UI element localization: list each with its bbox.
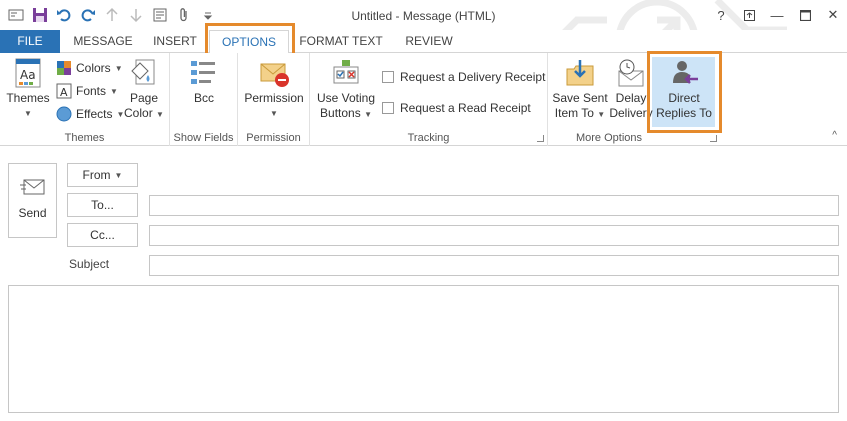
read-receipt-checkbox-box[interactable] bbox=[382, 102, 394, 114]
delay-label-2: Delivery bbox=[609, 106, 653, 120]
direct-replies-icon bbox=[673, 61, 698, 84]
fonts-icon: A bbox=[56, 83, 72, 99]
chevron-down-icon: ▼ bbox=[114, 170, 123, 180]
ribbon-tabs: FILE MESSAGE INSERT OPTIONS FORMAT TEXT … bbox=[0, 30, 847, 54]
themes-group-label: Themes bbox=[64, 132, 105, 144]
permission-label: Permission bbox=[244, 91, 304, 105]
delivery-receipt-checkbox[interactable]: Request a Delivery Receipt bbox=[382, 70, 545, 84]
direct-replies-to-button[interactable]: Direct Replies To bbox=[654, 57, 714, 121]
fonts-label: Fonts bbox=[76, 84, 107, 98]
minimize-button[interactable]: — bbox=[763, 0, 791, 30]
title-bar: Untitled - Message (HTML) ? — ✕ bbox=[0, 0, 847, 30]
page-color-button[interactable]: Page Color ▼ bbox=[122, 57, 166, 122]
from-label: From bbox=[82, 168, 111, 182]
save-sent-icon bbox=[566, 60, 594, 86]
send-icon bbox=[19, 179, 44, 195]
voting-label-1: Use Voting bbox=[316, 91, 376, 105]
message-body[interactable] bbox=[8, 285, 839, 413]
themes-group: Aa Themes ▼ Colors ▼ A Fonts ▼ Effects ▼ bbox=[0, 53, 170, 146]
themes-button[interactable]: Aa Themes ▼ bbox=[5, 57, 51, 121]
tracking-group: Use Voting Buttons ▼ Request a Delivery … bbox=[310, 53, 548, 146]
themes-label: Themes bbox=[6, 91, 50, 105]
collapse-ribbon-button[interactable]: ^ bbox=[832, 130, 837, 141]
direct-replies-label-2: Replies To bbox=[656, 106, 712, 120]
page-color-label-2: Color bbox=[124, 106, 153, 120]
permission-group: Permission ▼ Permission bbox=[238, 53, 310, 146]
page-color-icon bbox=[131, 59, 155, 85]
compose-area: Send From ▼ To... Cc... Subject bbox=[0, 146, 847, 421]
send-label: Send bbox=[18, 206, 47, 220]
tab-insert[interactable]: INSERT bbox=[146, 30, 204, 53]
permission-icon bbox=[260, 63, 289, 87]
effects-label: Effects bbox=[76, 107, 113, 121]
from-button[interactable]: From ▼ bbox=[67, 163, 138, 187]
chevron-down-icon: ▼ bbox=[597, 110, 606, 119]
page-color-label-1: Page bbox=[129, 91, 159, 105]
bcc-button[interactable]: Bcc bbox=[184, 57, 224, 106]
bcc-label: Bcc bbox=[193, 91, 214, 105]
bcc-icon bbox=[191, 61, 215, 84]
colors-icon bbox=[57, 61, 71, 75]
delivery-receipt-checkbox-box[interactable] bbox=[382, 71, 394, 83]
voting-icon bbox=[333, 60, 359, 84]
more-options-group-label: More Options bbox=[575, 132, 643, 144]
permission-group-label: Permission bbox=[246, 132, 301, 144]
use-voting-buttons-button[interactable]: Use Voting Buttons ▼ bbox=[314, 57, 378, 122]
close-button[interactable]: ✕ bbox=[819, 0, 847, 30]
voting-label-2: Buttons bbox=[320, 106, 361, 120]
tracking-dialog-launcher-icon[interactable] bbox=[537, 135, 544, 142]
chevron-down-icon: ▼ bbox=[24, 109, 32, 118]
show-fields-group: Bcc Show Fields bbox=[170, 53, 238, 146]
effects-button[interactable]: Effects ▼ bbox=[56, 104, 124, 124]
svg-text:A: A bbox=[60, 86, 68, 99]
read-receipt-label: Request a Read Receipt bbox=[400, 101, 531, 115]
maximize-icon[interactable] bbox=[791, 0, 819, 30]
save-sent-label-2: Item To bbox=[554, 106, 594, 120]
ribbon-display-options-icon[interactable] bbox=[735, 0, 763, 30]
help-button[interactable]: ? bbox=[707, 0, 735, 30]
cc-label: Cc... bbox=[90, 228, 115, 242]
read-receipt-checkbox[interactable]: Request a Read Receipt bbox=[382, 101, 531, 115]
more-options-dialog-launcher-icon[interactable] bbox=[710, 135, 717, 142]
subject-label: Subject bbox=[69, 257, 110, 271]
themes-icon: Aa bbox=[15, 58, 41, 88]
delay-label-1: Delay bbox=[615, 91, 647, 105]
tab-options[interactable]: OPTIONS bbox=[209, 30, 289, 54]
direct-replies-label-1: Direct bbox=[668, 91, 700, 105]
chevron-down-icon: ▼ bbox=[156, 110, 164, 119]
colors-button[interactable]: Colors ▼ bbox=[56, 58, 123, 78]
tab-review[interactable]: REVIEW bbox=[396, 30, 462, 53]
colors-label: Colors bbox=[76, 61, 111, 75]
save-sent-label-1: Save Sent bbox=[552, 91, 608, 105]
to-field[interactable] bbox=[149, 195, 839, 216]
tab-file[interactable]: FILE bbox=[0, 30, 60, 53]
tab-format-text[interactable]: FORMAT TEXT bbox=[294, 30, 388, 53]
effects-icon bbox=[56, 106, 72, 122]
send-button[interactable]: Send bbox=[8, 163, 57, 238]
delivery-receipt-label: Request a Delivery Receipt bbox=[400, 70, 546, 84]
delay-delivery-icon bbox=[618, 59, 644, 87]
subject-field[interactable] bbox=[149, 255, 839, 276]
cc-button[interactable]: Cc... bbox=[67, 223, 138, 247]
ribbon: Aa Themes ▼ Colors ▼ A Fonts ▼ Effects ▼ bbox=[0, 51, 847, 146]
to-label: To... bbox=[91, 198, 114, 212]
show-fields-group-label: Show Fields bbox=[173, 132, 234, 144]
fonts-button[interactable]: A Fonts ▼ bbox=[56, 81, 118, 101]
tab-message[interactable]: MESSAGE bbox=[66, 30, 140, 53]
chevron-down-icon: ▼ bbox=[110, 86, 118, 96]
chevron-down-icon: ▼ bbox=[364, 110, 372, 119]
svg-text:Aa: Aa bbox=[20, 68, 36, 82]
delay-delivery-button[interactable]: Delay Delivery bbox=[606, 57, 656, 121]
save-sent-item-button[interactable]: Save Sent Item To ▼ bbox=[552, 57, 608, 122]
more-options-group: Save Sent Item To ▼ Delay Delivery Direc… bbox=[548, 53, 720, 146]
to-button[interactable]: To... bbox=[67, 193, 138, 217]
tracking-group-label: Tracking bbox=[407, 132, 450, 144]
cc-field[interactable] bbox=[149, 225, 839, 246]
window-controls: ? — ✕ bbox=[707, 0, 847, 30]
permission-button[interactable]: Permission ▼ bbox=[242, 57, 306, 121]
chevron-down-icon: ▼ bbox=[270, 109, 278, 118]
